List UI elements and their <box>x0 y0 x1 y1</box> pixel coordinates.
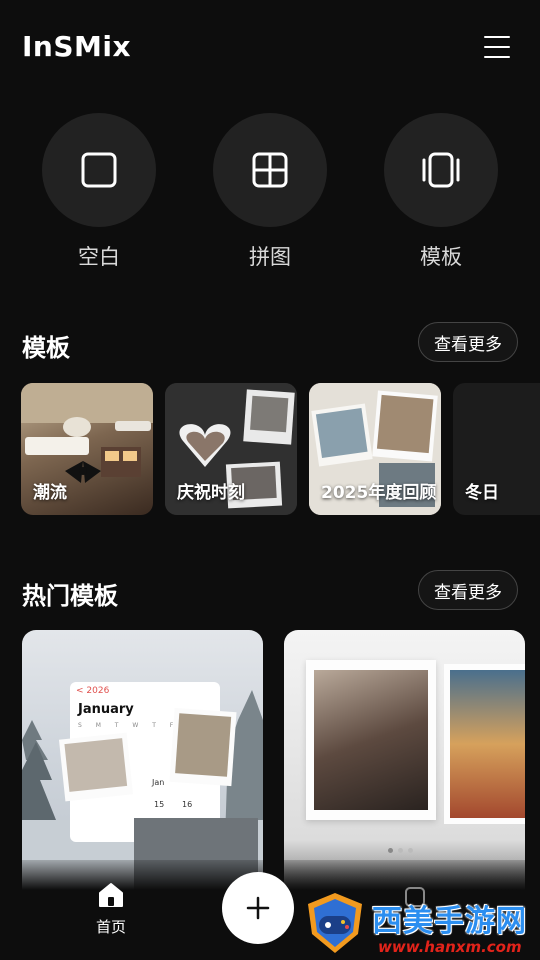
calendar-day: 16 <box>182 800 193 809</box>
nav-home[interactable]: 首页 <box>80 882 142 937</box>
collage-grid-icon <box>252 152 288 188</box>
calendar-year: < 2026 <box>76 686 110 696</box>
photo-frame-carousel <box>444 664 525 824</box>
quick-actions: 空白 拼图 模板 <box>0 113 540 273</box>
template-card-label: 庆祝时刻 <box>177 483 245 503</box>
photo-frame-portrait <box>306 660 436 820</box>
watermark-title: 西美手游网 <box>372 904 527 939</box>
quick-action-blank-label: 空白 <box>78 245 120 269</box>
calendar-month: January <box>78 702 134 717</box>
templates-section-title: 模板 <box>22 334 70 362</box>
app-header: InSMix <box>0 0 540 100</box>
template-card-trend[interactable]: 潮流 <box>21 383 153 515</box>
photo-card-deer <box>169 707 237 787</box>
watermark-url: www.hanxm.com <box>378 938 522 956</box>
home-icon <box>99 883 123 907</box>
quick-action-blank-circle[interactable] <box>42 113 156 227</box>
app-logo: InSMix <box>22 30 132 63</box>
plus-icon <box>246 896 270 920</box>
quick-action-collage-label: 拼图 <box>249 245 291 269</box>
blank-square-icon <box>81 152 117 188</box>
hot-more-button[interactable]: 查看更多 <box>418 570 518 610</box>
quick-action-collage[interactable]: 拼图 <box>212 113 328 271</box>
quick-action-template-label: 模板 <box>420 245 462 269</box>
quick-action-template[interactable]: 模板 <box>383 113 499 271</box>
template-card-label: 2025年度回顾 <box>321 483 437 503</box>
page-dots <box>388 838 428 853</box>
calendar-jan-label: Jan <box>152 778 165 787</box>
template-card-label: 潮流 <box>33 483 67 503</box>
nav-home-label: 首页 <box>95 918 126 936</box>
template-carousel-icon <box>422 152 460 188</box>
photo-card-girl <box>58 732 134 802</box>
templates-carousel[interactable]: 潮流 庆祝时刻 2025年度回顾 冬日 <box>21 383 540 515</box>
add-button[interactable] <box>222 872 294 944</box>
gamepad-shield-icon <box>308 893 362 953</box>
quick-action-blank[interactable]: 空白 <box>41 113 157 271</box>
template-card-2025-review[interactable]: 2025年度回顾 <box>309 383 441 515</box>
template-card-winter[interactable]: 冬日 <box>453 383 540 515</box>
quick-action-collage-circle[interactable] <box>213 113 327 227</box>
quick-action-template-circle[interactable] <box>384 113 498 227</box>
templates-more-button[interactable]: 查看更多 <box>418 322 518 362</box>
site-watermark: 西美手游网 www.hanxm.com <box>300 888 540 960</box>
hamburger-menu-icon[interactable] <box>484 36 510 58</box>
calendar-day: 15 <box>154 800 165 809</box>
template-card-celebration[interactable]: 庆祝时刻 <box>165 383 297 515</box>
hot-section-title: 热门模板 <box>22 582 118 610</box>
template-card-label: 冬日 <box>465 483 499 503</box>
